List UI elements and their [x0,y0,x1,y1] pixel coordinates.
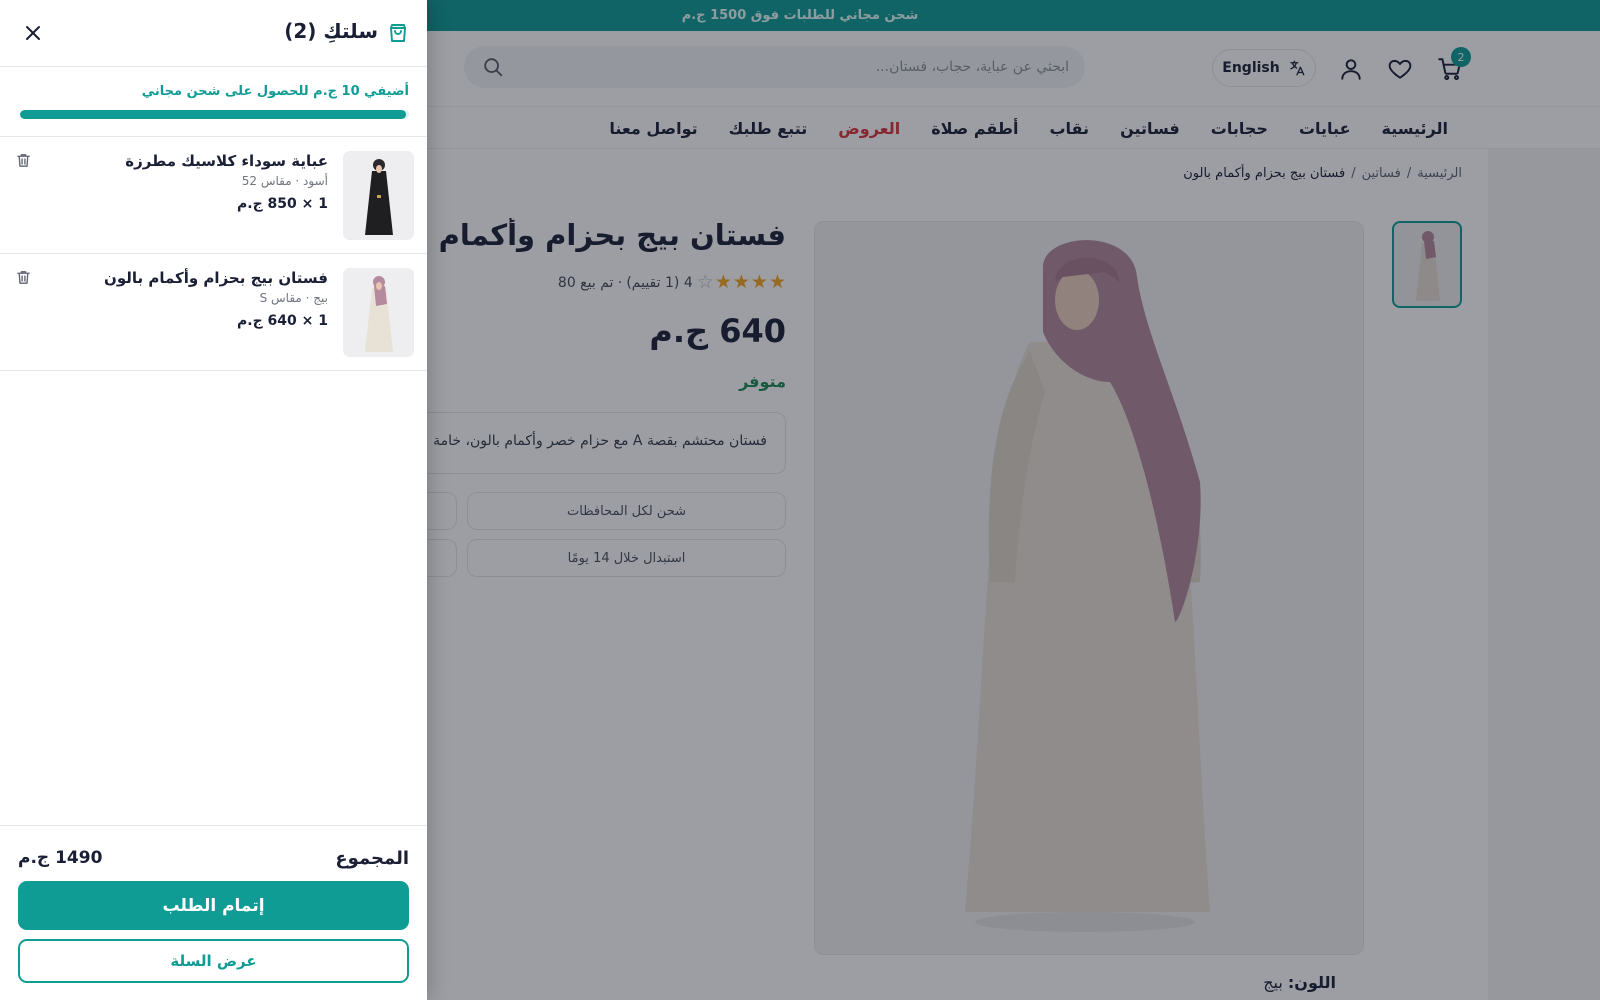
free-shipping-progress-fill [20,110,407,119]
remove-item-button[interactable] [12,149,34,171]
cart-drawer-header: سلتكِ (2) [0,0,427,67]
cart-drawer: سلتكِ (2) أضيفي 10 ج.م للحصول على شحن مج… [0,0,427,1000]
cart-item-name[interactable]: عباية سوداء كلاسيك مطرزة [38,151,328,171]
cart-item: عباية سوداء كلاسيك مطرزة أسود · مقاس 52 … [0,137,427,254]
free-shipping-message: أضيفي 10 ج.م للحصول على شحن مجاني [141,84,409,99]
view-cart-button[interactable]: عرض السلة [18,939,409,983]
cart-item-price: 1 × 640 ج.م [236,313,328,329]
remove-item-button[interactable] [12,266,34,288]
beige-dress-image [343,268,414,357]
cart-item-name[interactable]: فستان بيج بحزام وأكمام بالون [38,268,328,288]
free-shipping-progress [20,110,409,119]
cart-drawer-footer: المجموع 1490 ج.م إتمام الطلب عرض السلة [0,825,427,1000]
shopping-bag-icon [390,24,406,42]
cart-item-info: فستان بيج بحزام وأكمام بالون بيج · مقاس … [38,268,328,332]
cart-drawer-title: سلتكِ (2) [284,19,378,43]
cart-item-variant: بيج · مقاس S [259,291,328,305]
cart-item-image[interactable] [343,268,414,357]
black-abaya-image [343,151,414,240]
cart-item-image[interactable] [343,151,414,240]
cart-item-info: عباية سوداء كلاسيك مطرزة أسود · مقاس 52 … [38,151,328,215]
trash-icon [16,270,30,284]
total-label: المجموع [335,848,409,869]
total-value: 1490 ج.م [18,848,103,868]
close-icon [26,26,40,40]
cart-item-price: 1 × 850 ج.م [236,196,328,212]
checkout-button[interactable]: إتمام الطلب [18,881,409,930]
close-drawer-button[interactable] [20,20,46,46]
trash-icon [16,153,30,167]
cart-item-variant: أسود · مقاس 52 [241,174,328,188]
cart-item: فستان بيج بحزام وأكمام بالون بيج · مقاس … [0,254,427,371]
